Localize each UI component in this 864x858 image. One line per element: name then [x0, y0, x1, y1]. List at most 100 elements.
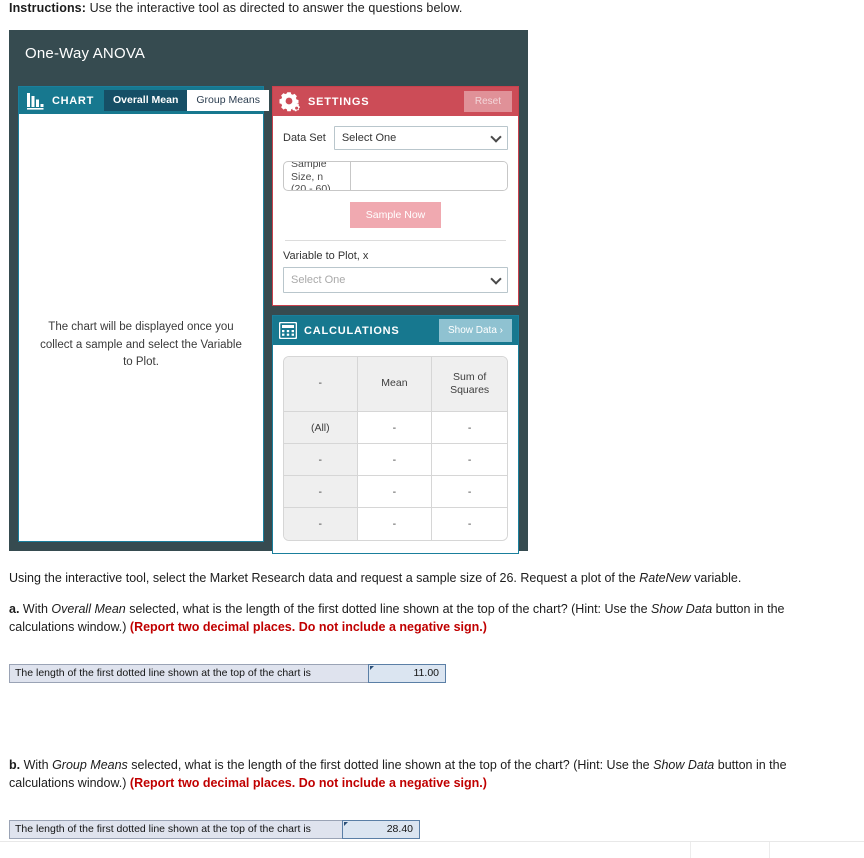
cell-3-1: -: [357, 508, 433, 540]
question-part-a: a. With Overall Mean selected, what is t…: [9, 601, 809, 683]
question-b-em1: Group Means: [52, 758, 128, 772]
question-a-seg1: With: [19, 602, 52, 616]
question-b-seg2: selected, what is the length of the firs…: [127, 758, 654, 772]
dataset-label: Data Set: [283, 132, 326, 144]
calculations-table-body: (All) - - - - - - - - - - -: [284, 412, 507, 540]
table-row: - - -: [284, 476, 507, 508]
bottom-grid-tick: [690, 842, 691, 858]
sample-now-button[interactable]: Sample Now: [349, 202, 442, 228]
sample-now-row: Sample Now: [283, 202, 508, 228]
cell-0-1: -: [357, 412, 433, 444]
answer-row-a: The length of the first dotted line show…: [9, 663, 446, 683]
cell-1-2: -: [432, 444, 507, 476]
table-header-row: - Mean Sum of Squares: [284, 357, 507, 412]
calculations-panel: CALCULATIONS Show Data › - Mean Sum of S…: [272, 315, 519, 554]
variable-to-plot-value: Select One: [291, 274, 346, 286]
question-a-marker: a.: [9, 602, 20, 616]
table-row: - - -: [284, 508, 507, 540]
col-header-0: -: [284, 357, 358, 412]
instructions-line: Instructions: Use the interactive tool a…: [9, 1, 462, 15]
chart-mode-tabs: Overall Mean Group Means: [104, 89, 269, 112]
question-intro-pre: Using the interactive tool, select the M…: [9, 571, 640, 585]
show-data-button[interactable]: Show Data ›: [438, 319, 512, 342]
table-row: (All) - -: [284, 412, 507, 444]
settings-panel: SETTINGS Reset Data Set Select One Sampl…: [272, 86, 519, 306]
bottom-grid-tick: [769, 842, 770, 858]
answer-row-b: The length of the first dotted line show…: [9, 819, 420, 839]
question-intro: Using the interactive tool, select the M…: [9, 570, 741, 588]
answer-a-value: 11.00: [413, 667, 440, 679]
answer-b-value: 28.40: [386, 823, 413, 835]
cell-0-2: -: [432, 412, 507, 444]
calculations-table: - Mean Sum of Squares (All) - - - - - - …: [283, 356, 508, 541]
sample-size-label-line1: Sample Size, n: [291, 161, 327, 183]
cell-1-0: -: [284, 444, 358, 476]
sample-size-label-line2: (20 - 60): [291, 183, 331, 191]
question-a-em2: Show Data: [651, 602, 713, 616]
calculator-icon: [278, 321, 298, 340]
question-b-marker: b.: [9, 758, 21, 772]
chart-panel: CHART Overall Mean Group Means The chart…: [18, 86, 269, 542]
question-intro-emphasis: RateNew: [639, 571, 691, 585]
bar-chart-icon: [26, 92, 46, 110]
answer-b-input[interactable]: 28.40: [342, 819, 420, 839]
chevron-down-icon: [490, 273, 502, 285]
cell-2-0: -: [284, 476, 358, 508]
cell-2-2: -: [432, 476, 507, 508]
dataset-row: Data Set Select One: [283, 126, 508, 150]
answer-a-label: The length of the first dotted line show…: [9, 663, 369, 683]
answer-b-label: The length of the first dotted line show…: [9, 819, 343, 839]
sample-size-group: Sample Size, n (20 - 60): [283, 161, 508, 191]
settings-panel-title: SETTINGS: [308, 95, 370, 108]
variable-to-plot-select[interactable]: Select One: [283, 267, 508, 293]
sample-size-input[interactable]: [351, 162, 507, 190]
question-a-note: (Report two decimal places. Do not inclu…: [129, 619, 487, 634]
calculations-table-head: - Mean Sum of Squares: [284, 357, 507, 412]
dataset-select-value: Select One: [341, 132, 397, 144]
anova-app: One-Way ANOVA CHART Overall Mean Group M…: [9, 30, 528, 554]
question-b-note: (Report two decimal places. Do not inclu…: [129, 775, 487, 790]
sample-size-label: Sample Size, n (20 - 60): [284, 162, 351, 190]
chart-placeholder-text: The chart will be displayed once you col…: [40, 320, 242, 369]
table-row: - - -: [284, 444, 507, 476]
bottom-divider: [0, 841, 864, 842]
gear-icon: [279, 91, 301, 112]
instructions-text: Use the interactive tool as directed to …: [86, 1, 463, 15]
chevron-down-icon: [490, 131, 502, 143]
app-body: CHART Overall Mean Group Means The chart…: [9, 77, 528, 554]
cell-3-0: -: [284, 508, 358, 540]
col-header-2: Sum of Squares: [432, 357, 507, 412]
answer-a-input[interactable]: 11.00: [368, 663, 446, 683]
question-b-text: b. With Group Means selected, what is th…: [9, 757, 809, 793]
settings-panel-header: SETTINGS Reset: [273, 87, 518, 116]
reset-button[interactable]: Reset: [463, 91, 512, 112]
cell-2-1: -: [357, 476, 433, 508]
cell-0-0: (All): [284, 412, 358, 444]
question-b-seg1: With: [20, 758, 53, 772]
cell-corner-marker-icon: [344, 821, 348, 826]
cell-3-2: -: [432, 508, 507, 540]
variable-to-plot-label: Variable to Plot, x: [283, 250, 369, 262]
page-root: Instructions: Use the interactive tool a…: [0, 0, 864, 858]
question-part-b: b. With Group Means selected, what is th…: [9, 757, 809, 839]
app-title: One-Way ANOVA: [25, 45, 146, 62]
tab-group-means[interactable]: Group Means: [187, 89, 269, 112]
question-a-seg2: selected, what is the length of the firs…: [125, 602, 652, 616]
question-b-em2: Show Data: [653, 758, 715, 772]
calculations-panel-body: - Mean Sum of Squares (All) - - - - - - …: [273, 345, 518, 553]
chart-panel-title: CHART: [52, 94, 94, 107]
calculations-panel-header: CALCULATIONS Show Data ›: [273, 316, 518, 345]
settings-divider: [285, 240, 506, 241]
instructions-label: Instructions:: [9, 1, 86, 15]
chart-canvas: The chart will be displayed once you col…: [19, 114, 263, 541]
cell-1-1: -: [357, 444, 433, 476]
tab-overall-mean[interactable]: Overall Mean: [104, 89, 188, 112]
col-header-1: Mean: [357, 357, 433, 412]
chart-panel-header: CHART Overall Mean Group Means: [19, 87, 269, 114]
cell-corner-marker-icon: [370, 665, 374, 670]
dataset-select[interactable]: Select One: [333, 126, 508, 150]
question-a-em1: Overall Mean: [51, 602, 126, 616]
question-intro-post: variable.: [690, 571, 742, 585]
settings-panel-body: Data Set Select One Sample Size, n (20 -…: [273, 116, 518, 305]
calculations-panel-title: CALCULATIONS: [304, 324, 400, 337]
